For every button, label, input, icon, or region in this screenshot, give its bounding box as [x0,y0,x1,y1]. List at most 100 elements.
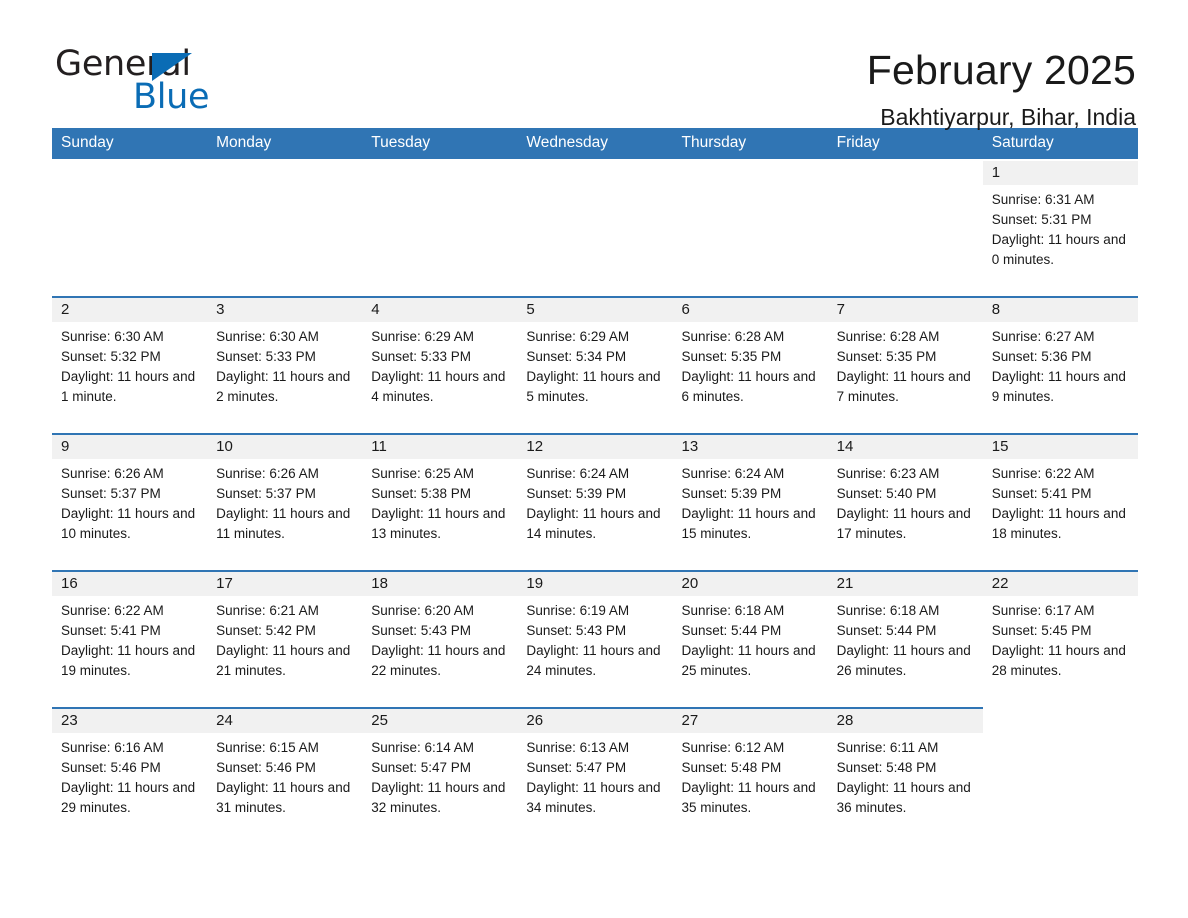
calendar-day-cell[interactable]: 4 Sunrise: 6:29 AM Sunset: 5:33 PM Daylight… [362,296,518,433]
calendar-day-cell[interactable]: 24 Sunrise: 6:15 AM Sunset: 5:46 PM Dayligh… [207,707,363,844]
daylight-text: Daylight: 11 hours and 35 minutes. [681,780,816,815]
sunset-text: Sunset: 5:35 PM [836,349,937,364]
sunset-text: Sunset: 5:37 PM [216,486,316,501]
calendar-cell-inner [983,709,1138,844]
calendar-day-cell[interactable]: 27 Sunrise: 6:12 AM Sunset: 5:48 PM Dayligh… [672,707,828,844]
sunrise-text: Sunrise: 6:12 AM [681,740,785,755]
day-details: Sunrise: 6:26 AM Sunset: 5:37 PM Daylight:… [207,459,362,544]
calendar-day-cell[interactable]: 3 Sunrise: 6:30 AM Sunset: 5:33 PM Daylight… [207,296,363,433]
daylight-text: Daylight: 11 hours and 34 minutes. [526,780,661,815]
day-details: Sunrise: 6:30 AM Sunset: 5:33 PM Daylight:… [207,322,362,407]
day-details: Sunrise: 6:29 AM Sunset: 5:33 PM Daylight:… [362,322,517,407]
daylight-text: Daylight: 11 hours and 17 minutes. [836,506,971,541]
day-number: 1 [982,161,1138,185]
calendar-cell-inner: 28 Sunrise: 6:11 AM Sunset: 5:48 PM Dayligh… [827,709,983,844]
calendar-day-cell[interactable]: 15 Sunrise: 6:22 AM Sunset: 5:41 PM Dayligh… [982,433,1138,570]
sunset-text: Sunset: 5:34 PM [526,349,627,364]
day-details: Sunrise: 6:12 AM Sunset: 5:48 PM Daylight:… [673,733,828,818]
calendar-day-cell[interactable]: 5 Sunrise: 6:29 AM Sunset: 5:34 PM Daylight… [517,296,673,433]
daylight-text: Daylight: 11 hours and 22 minutes. [371,643,506,678]
calendar-day-cell[interactable]: 26 Sunrise: 6:13 AM Sunset: 5:47 PM Dayligh… [517,707,673,844]
calendar-day-cell[interactable]: 12 Sunrise: 6:24 AM Sunset: 5:39 PM Dayligh… [517,433,673,570]
calendar-day-cell[interactable]: 14 Sunrise: 6:23 AM Sunset: 5:40 PM Dayligh… [827,433,983,570]
calendar-day-cell[interactable]: 20 Sunrise: 6:18 AM Sunset: 5:44 PM Dayligh… [672,570,828,707]
calendar-cell-inner: 15 Sunrise: 6:22 AM Sunset: 5:41 PM Dayligh… [982,435,1138,570]
daylight-text: Daylight: 11 hours and 14 minutes. [526,506,661,541]
sunset-text: Sunset: 5:35 PM [681,349,782,364]
day-details: Sunrise: 6:18 AM Sunset: 5:44 PM Daylight:… [828,596,983,681]
daylight-text: Daylight: 11 hours and 26 minutes. [836,643,971,678]
day-details: Sunrise: 6:19 AM Sunset: 5:43 PM Daylight:… [517,596,672,681]
calendar-day-cell[interactable]: 18 Sunrise: 6:20 AM Sunset: 5:43 PM Dayligh… [362,570,518,707]
day-number: 19 [517,572,673,596]
sunset-text: Sunset: 5:41 PM [991,486,1092,501]
day-number: 17 [207,572,363,596]
daylight-text: Daylight: 11 hours and 13 minutes. [371,506,506,541]
day-details: Sunrise: 6:24 AM Sunset: 5:39 PM Daylight:… [517,459,672,544]
calendar-day-cell[interactable]: 23 Sunrise: 6:16 AM Sunset: 5:46 PM Dayligh… [52,707,208,844]
calendar-day-cell[interactable]: 19 Sunrise: 6:19 AM Sunset: 5:43 PM Dayligh… [517,570,673,707]
calendar-cell-inner: 7 Sunrise: 6:28 AM Sunset: 5:35 PM Daylight… [827,298,983,433]
calendar-cell-inner: 5 Sunrise: 6:29 AM Sunset: 5:34 PM Daylight… [517,298,673,433]
daylight-text: Daylight: 11 hours and 9 minutes. [991,369,1126,404]
calendar-cell-inner: 26 Sunrise: 6:13 AM Sunset: 5:47 PM Dayligh… [517,709,673,844]
calendar-cell-inner [207,161,362,296]
calendar-day-cell[interactable]: 7 Sunrise: 6:28 AM Sunset: 5:35 PM Daylight… [827,296,983,433]
calendar-cell-inner: 2 Sunrise: 6:30 AM Sunset: 5:32 PM Daylight… [52,298,208,433]
sunset-text: Sunset: 5:33 PM [371,349,472,364]
day-number: 16 [52,572,208,596]
calendar-cell-inner [828,161,983,296]
calendar-cell-inner: 11 Sunrise: 6:25 AM Sunset: 5:38 PM Dayligh… [362,435,518,570]
calendar-day-cell[interactable]: 6 Sunrise: 6:28 AM Sunset: 5:35 PM Daylight… [672,296,828,433]
calendar-cell-inner [52,161,207,296]
calendar-cell-inner: 12 Sunrise: 6:24 AM Sunset: 5:39 PM Dayligh… [517,435,673,570]
day-number: 20 [672,572,828,596]
day-number [517,161,672,185]
calendar-cell-inner: 18 Sunrise: 6:20 AM Sunset: 5:43 PM Dayligh… [362,572,518,707]
calendar-cell-inner: 25 Sunrise: 6:14 AM Sunset: 5:47 PM Dayligh… [362,709,518,844]
day-number: 25 [362,709,518,733]
calendar-day-cell[interactable]: 9 Sunrise: 6:26 AM Sunset: 5:37 PM Daylight… [52,433,208,570]
sunrise-text: Sunrise: 6:24 AM [681,466,785,481]
day-number: 14 [827,435,983,459]
calendar-day-cell[interactable]: 17 Sunrise: 6:21 AM Sunset: 5:42 PM Dayligh… [207,570,363,707]
day-details [362,185,517,190]
day-details: Sunrise: 6:31 AM Sunset: 5:31 PM Daylight:… [983,185,1138,270]
calendar-cell-inner: 9 Sunrise: 6:26 AM Sunset: 5:37 PM Daylight… [52,435,208,570]
sunset-text: Sunset: 5:43 PM [526,623,627,638]
logo-text-blue: Blue [133,77,210,117]
calendar-cell-inner: 4 Sunrise: 6:29 AM Sunset: 5:33 PM Daylight… [362,298,518,433]
day-number: 9 [52,435,208,459]
daylight-text: Daylight: 11 hours and 25 minutes. [681,643,816,678]
calendar-day-cell[interactable]: 25 Sunrise: 6:14 AM Sunset: 5:47 PM Dayligh… [362,707,518,844]
day-number: 6 [672,298,828,322]
calendar-day-cell[interactable]: 10 Sunrise: 6:26 AM Sunset: 5:37 PM Dayligh… [207,433,363,570]
calendar-day-cell[interactable]: 13 Sunrise: 6:24 AM Sunset: 5:39 PM Dayligh… [672,433,828,570]
calendar-day-cell[interactable]: 28 Sunrise: 6:11 AM Sunset: 5:48 PM Dayligh… [827,707,983,844]
calendar-day-cell[interactable]: 21 Sunrise: 6:18 AM Sunset: 5:44 PM Dayligh… [827,570,983,707]
day-details [52,185,207,190]
weekday-header-friday: Friday [827,128,983,159]
sunrise-text: Sunrise: 6:30 AM [216,329,319,344]
day-number: 28 [827,709,983,733]
calendar-day-cell[interactable]: 22 Sunrise: 6:17 AM Sunset: 5:45 PM Dayligh… [982,570,1138,707]
day-number: 22 [982,572,1138,596]
calendar-week-row: 23 Sunrise: 6:16 AM Sunset: 5:46 PM Dayligh… [52,707,1138,844]
sunset-text: Sunset: 5:47 PM [371,760,472,775]
calendar-day-cell[interactable]: 16 Sunrise: 6:22 AM Sunset: 5:41 PM Dayligh… [52,570,208,707]
day-number [983,709,1138,733]
calendar-day-cell[interactable]: 8 Sunrise: 6:27 AM Sunset: 5:36 PM Daylight… [982,296,1138,433]
day-details: Sunrise: 6:28 AM Sunset: 5:35 PM Daylight:… [828,322,983,407]
weekday-header-saturday: Saturday [982,128,1138,159]
daylight-text: Daylight: 11 hours and 19 minutes. [61,643,196,678]
sunset-text: Sunset: 5:41 PM [61,623,161,638]
sunset-text: Sunset: 5:32 PM [61,349,161,364]
sunset-text: Sunset: 5:44 PM [681,623,782,638]
calendar-day-cell[interactable]: 11 Sunrise: 6:25 AM Sunset: 5:38 PM Dayligh… [362,433,518,570]
daylight-text: Daylight: 11 hours and 21 minutes. [216,643,351,678]
calendar-day-cell[interactable]: 1 Sunrise: 6:31 AM Sunset: 5:31 PM Daylight… [982,159,1138,296]
calendar-cell-empty [673,159,828,296]
calendar-day-cell[interactable]: 2 Sunrise: 6:30 AM Sunset: 5:32 PM Daylight… [52,296,208,433]
daylight-text: Daylight: 11 hours and 4 minutes. [371,369,506,404]
daylight-text: Daylight: 11 hours and 24 minutes. [526,643,661,678]
